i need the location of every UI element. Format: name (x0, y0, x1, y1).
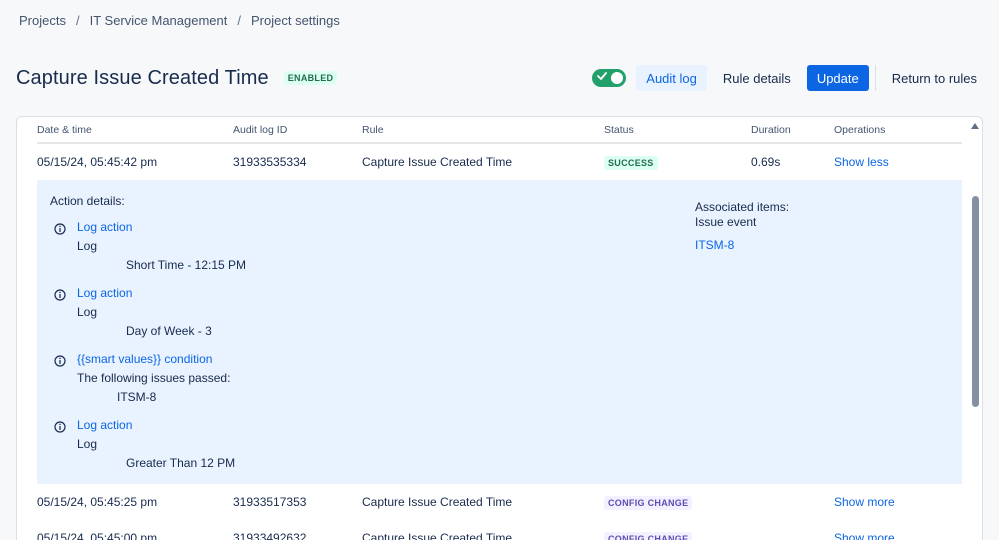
action-message: Greater Than 12 PM (126, 456, 236, 470)
audit-log-button[interactable]: Audit log (636, 65, 707, 91)
row-date: 05/15/24, 05:45:25 pm (37, 495, 158, 509)
status-badge: SUCCESS (604, 156, 658, 170)
log-action-link[interactable]: Log action (77, 286, 132, 300)
row-rule: Capture Issue Created Time (362, 531, 513, 540)
row-duration: 0.69s (751, 155, 781, 169)
audit-log-table: Date & time Audit log ID Rule Status Dur… (37, 117, 962, 540)
action-message: ITSM-8 (117, 390, 157, 404)
action-message: Day of Week - 3 (126, 324, 212, 338)
rule-details-button[interactable]: Rule details (713, 65, 801, 91)
return-to-rules-button[interactable]: Return to rules (884, 65, 985, 91)
row-date: 05/15/24, 05:45:00 pm (37, 531, 158, 540)
action-type: Log (77, 437, 98, 451)
toolbar: Audit log Rule details Update Return to … (592, 63, 985, 93)
audit-log-panel: Date & time Audit log ID Rule Status Dur… (16, 116, 983, 540)
status-badge: CONFIG CHANGE (604, 532, 693, 540)
breadcrumb: Projects / IT Service Management / Proje… (19, 13, 340, 28)
header-operations: Operations (834, 124, 886, 136)
header-audit-id: Audit log ID (233, 124, 288, 136)
table-row: 05/15/24, 05:45:00 pm 31933492632 Captur… (37, 520, 962, 540)
enabled-badge: ENABLED (283, 71, 338, 85)
action-message: Short Time - 12:15 PM (126, 258, 247, 272)
breadcrumb-project-settings[interactable]: Project settings (251, 13, 340, 28)
page-title: Capture Issue Created Time (16, 66, 269, 89)
info-icon (54, 289, 66, 301)
row-audit-id: 31933492632 (233, 531, 307, 540)
show-less-link[interactable]: Show less (834, 155, 889, 169)
row-rule: Capture Issue Created Time (362, 155, 513, 169)
enable-toggle[interactable] (592, 69, 627, 87)
header-status: Status (604, 124, 634, 136)
smart-values-condition-link[interactable]: {{smart values}} condition (77, 352, 212, 366)
row-audit-id: 31933517353 (233, 495, 307, 509)
show-more-link[interactable]: Show more (834, 495, 895, 509)
row-audit-id: 31933535334 (233, 155, 307, 169)
breadcrumb-it-service-management[interactable]: IT Service Management (90, 13, 228, 28)
toolbar-divider (874, 65, 876, 91)
associated-item-type: Issue event (695, 215, 757, 229)
scrollbar[interactable] (968, 117, 982, 540)
show-more-link[interactable]: Show more (834, 531, 895, 540)
action-details-panel: Action details: Log action Log Short Tim… (37, 180, 962, 484)
issue-link[interactable]: ITSM-8 (695, 238, 789, 252)
action-details-title: Action details: (50, 194, 125, 208)
update-button[interactable]: Update (806, 65, 869, 91)
table-row: 05/15/24, 05:45:25 pm 31933517353 Captur… (37, 484, 962, 520)
table-header: Date & time Audit log ID Rule Status Dur… (37, 117, 962, 144)
action-type: Log (77, 239, 98, 253)
header-date: Date & time (37, 124, 92, 136)
action-type: Log (77, 305, 98, 319)
row-rule: Capture Issue Created Time (362, 495, 513, 509)
action-type: The following issues passed: (77, 371, 231, 385)
scroll-thumb[interactable] (972, 196, 979, 407)
info-icon (54, 223, 66, 235)
associated-items: Associated items: Issue event ITSM-8 (695, 200, 789, 252)
row-date: 05/15/24, 05:45:42 pm (37, 155, 158, 169)
breadcrumb-projects[interactable]: Projects (19, 13, 66, 28)
table-row: 05/15/24, 05:45:42 pm 31933535334 Captur… (37, 144, 962, 180)
toggle-knob (611, 72, 624, 84)
log-action-link[interactable]: Log action (77, 220, 132, 234)
scroll-up-arrow-icon[interactable] (971, 123, 979, 129)
info-icon (54, 355, 66, 367)
status-badge: CONFIG CHANGE (604, 496, 693, 510)
check-icon (597, 72, 608, 80)
title-row: Capture Issue Created Time ENABLED Audit… (16, 63, 985, 93)
breadcrumb-separator: / (237, 13, 241, 28)
associated-items-title: Associated items: (695, 200, 790, 214)
log-action-link[interactable]: Log action (77, 418, 132, 432)
header-rule: Rule (362, 124, 384, 136)
header-duration: Duration (751, 124, 791, 136)
info-icon (54, 421, 66, 433)
breadcrumb-separator: / (75, 13, 80, 28)
